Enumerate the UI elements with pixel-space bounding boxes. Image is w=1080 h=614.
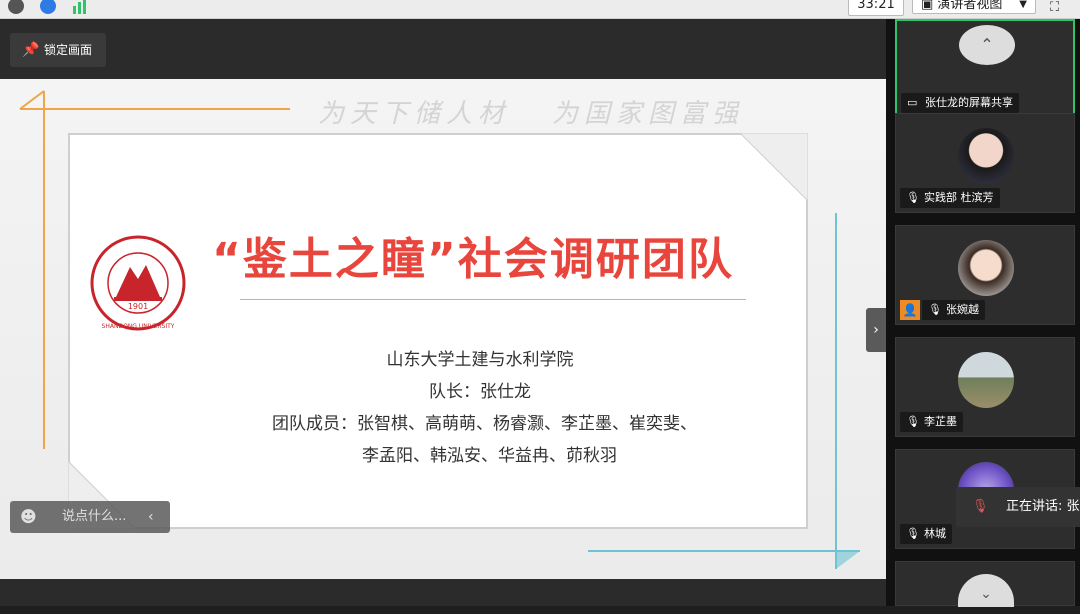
fullscreen-icon[interactable]: ⛶ (1050, 0, 1059, 15)
participant-label: 🎙 实践部 杜滨芳 (900, 188, 1000, 208)
chevron-left-icon[interactable]: ‹ (148, 501, 154, 533)
lock-screen-label: 锁定画面 (44, 43, 93, 57)
participant-name: 李芷墨 (924, 415, 957, 428)
top-toolbar: 33:21 ▣ 演讲者视图 ▼ ⛶ (0, 0, 1080, 19)
participant-name: 实践部 杜滨芳 (924, 191, 994, 204)
mic-icon: 🎙 (972, 499, 989, 514)
team-leader: 队长：张仕龙 (429, 382, 531, 402)
user-icon: 👤 (900, 300, 920, 320)
shared-screen-stage: 📌 锁定画面 为天下储人材 为国家图富强 1901 SHANDONG UNIVE… (0, 19, 886, 606)
view-mode-label: 演讲者视图 (937, 0, 1003, 12)
mic-muted-icon: 🎙 (906, 527, 920, 540)
stage-bottom-bar (0, 580, 886, 606)
participant-label: 🎙 林城 (900, 524, 952, 544)
chat-input[interactable]: ☻ 说点什么... ‹ (10, 501, 170, 533)
speaking-text: 正在讲话: 张 (1006, 499, 1080, 514)
logo-text: SHANDONG UNIVERSITY (102, 323, 175, 330)
pin-icon: 📌 (22, 42, 40, 58)
emoji-icon[interactable]: ☻ (20, 501, 37, 533)
scroll-up-icon[interactable]: ⌃ (959, 25, 1015, 65)
logo-year: 1901 (128, 302, 148, 311)
participant-name: 林城 (924, 527, 946, 540)
speaking-indicator: 🎙 正在讲话: 张 (956, 487, 1080, 527)
info-icon[interactable] (8, 0, 24, 14)
participant-label: ▭ 张仕龙的屏幕共享 (901, 93, 1019, 113)
avatar (958, 128, 1014, 184)
participant-label: 🎙 张婉越 (922, 300, 985, 320)
slide-title: “鉴土之瞳”社会调研团队 (212, 234, 734, 285)
screen-share-icon: ▭ (907, 96, 918, 109)
signal-icon[interactable] (72, 0, 88, 14)
participant-tile[interactable]: 🎙 李芷墨 (895, 337, 1075, 437)
lock-screen-button[interactable]: 📌 锁定画面 (10, 33, 106, 67)
participant-name: 张仕龙的屏幕共享 (925, 96, 1013, 109)
title-divider (240, 299, 746, 300)
chat-placeholder: 说点什么... (62, 509, 127, 524)
mic-muted-icon: 🎙 (928, 303, 942, 316)
shield-icon[interactable] (40, 0, 56, 14)
meeting-timer: 33:21 (848, 0, 904, 16)
chevron-down-icon: ▼ (1019, 0, 1027, 10)
view-icon: ▣ (921, 0, 938, 12)
avatar (958, 352, 1014, 408)
collapse-panel-button[interactable]: › (866, 308, 886, 352)
scroll-down-icon[interactable]: ⌄ (958, 574, 1014, 607)
participant-tile[interactable]: ⌃ ▭ 张仕龙的屏幕共享 (895, 19, 1075, 119)
participant-tile[interactable]: 👤 🎙 张婉越 (895, 225, 1075, 325)
team-members-line1: 团队成员：张智棋、高萌萌、杨睿灏、李芷墨、崔奕斐、 (272, 414, 697, 434)
avatar (958, 240, 1014, 296)
participant-tile[interactable]: 🎙 实践部 杜滨芳 (895, 113, 1075, 213)
participant-label: 🎙 李芷墨 (900, 412, 963, 432)
participant-tile[interactable]: ⌄ (895, 561, 1075, 607)
mic-muted-icon: 🎙 (906, 415, 920, 428)
motto-right: 为国家图富强 (552, 99, 745, 129)
participant-name: 张婉越 (946, 303, 979, 316)
team-members-line2: 李孟阳、韩泓安、华益冉、茆秋羽 (362, 446, 617, 466)
chevron-right-icon: › (873, 322, 879, 338)
view-mode-dropdown[interactable]: ▣ 演讲者视图 ▼ (912, 0, 1036, 14)
college-name: 山东大学土建与水利学院 (386, 350, 574, 370)
mic-muted-icon: 🎙 (906, 191, 920, 204)
motto-left: 为天下储人材 (318, 99, 511, 129)
shandong-university-logo: 1901 SHANDONG UNIVERSITY (90, 235, 186, 331)
